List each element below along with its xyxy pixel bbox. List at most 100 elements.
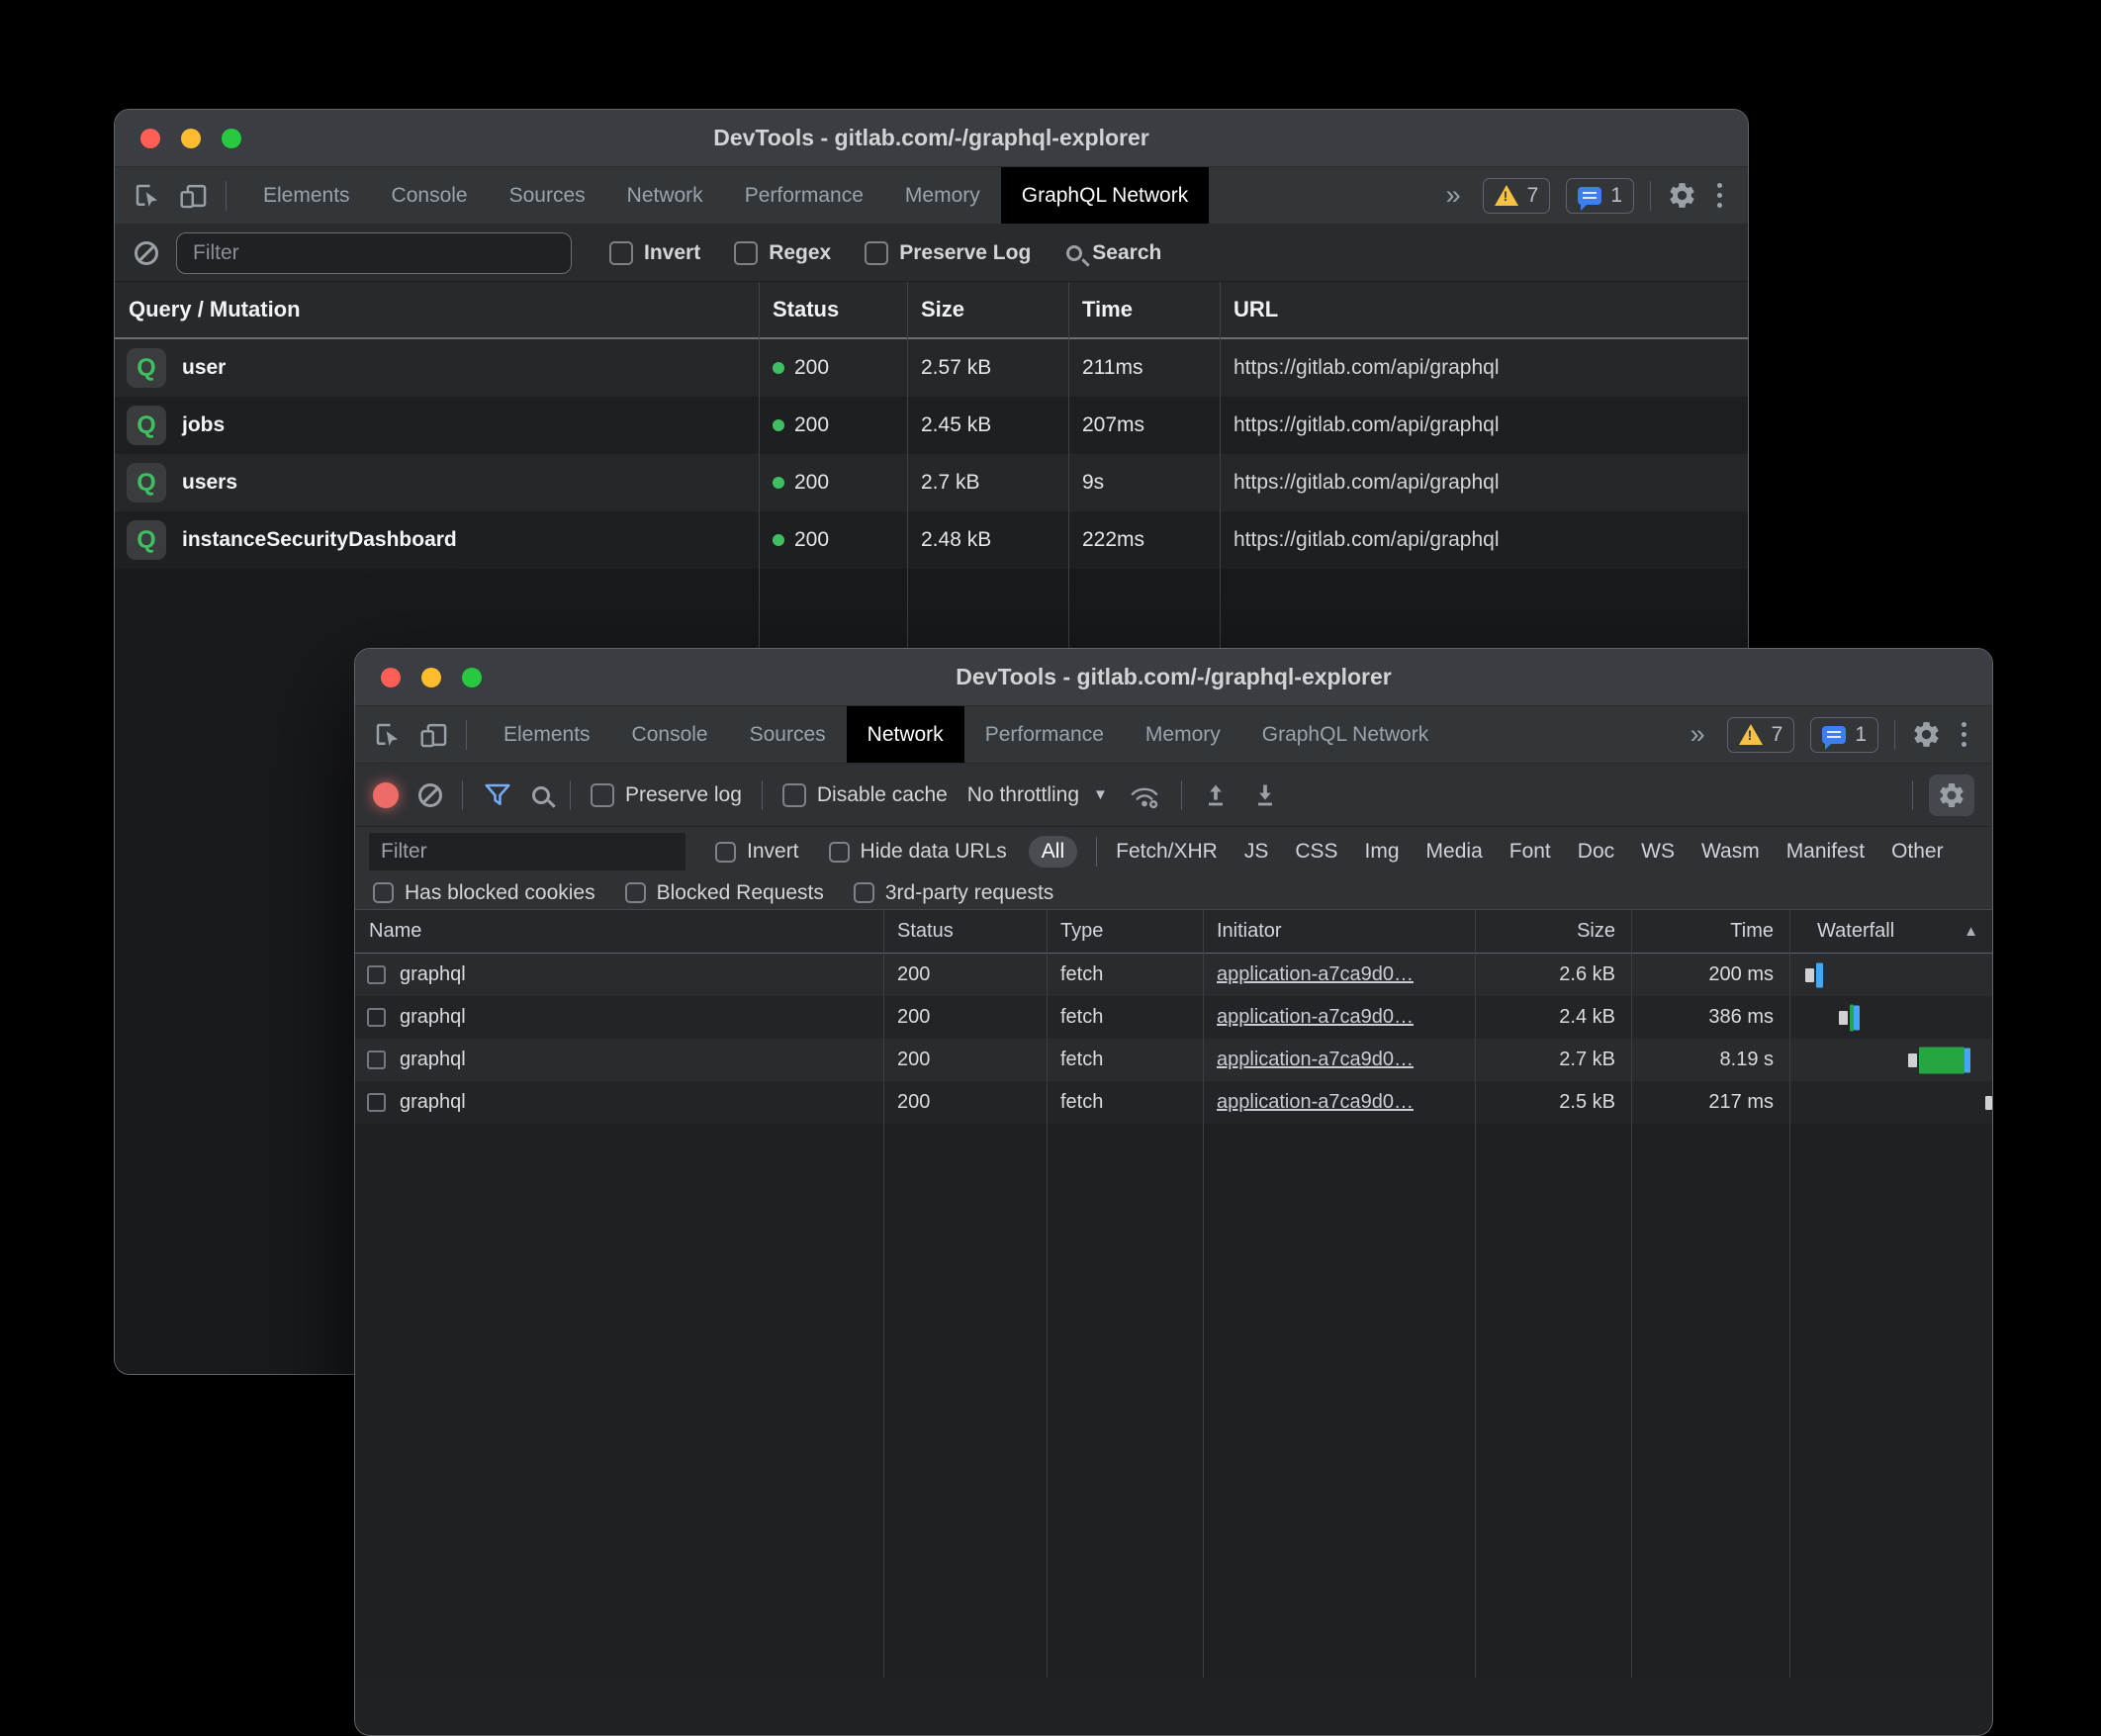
row-checkbox[interactable] — [367, 1008, 386, 1027]
kebab-menu-icon[interactable] — [1958, 722, 1970, 747]
type-filter-wasm[interactable]: Wasm — [1701, 840, 1760, 864]
column-header-name[interactable]: Name — [355, 920, 883, 943]
tab-graphql-network[interactable]: GraphQL Network — [1241, 706, 1449, 763]
column-header-status[interactable]: Status — [759, 297, 907, 322]
zoom-button[interactable] — [222, 129, 241, 148]
filter-input[interactable] — [369, 833, 685, 870]
row-checkbox[interactable] — [367, 1093, 386, 1112]
table-row[interactable]: Qusers 200 2.7 kB 9s https://gitlab.com/… — [115, 454, 1748, 511]
warnings-badge[interactable]: 7 — [1483, 178, 1551, 214]
third-party-requests-checkbox[interactable] — [854, 882, 874, 903]
tab-sources[interactable]: Sources — [489, 167, 606, 224]
inspect-icon[interactable] — [133, 181, 162, 211]
close-button[interactable] — [381, 668, 401, 687]
import-har-icon[interactable] — [1202, 781, 1230, 809]
hide-data-urls-checkbox[interactable] — [829, 842, 850, 863]
table-row[interactable]: QinstanceSecurityDashboard 200 2.48 kB 2… — [115, 511, 1748, 569]
search-icon[interactable] — [532, 786, 550, 804]
gear-icon[interactable] — [1911, 719, 1942, 750]
type-filter-img[interactable]: Img — [1365, 840, 1400, 864]
invert-checkbox[interactable] — [609, 241, 633, 265]
issues-badge[interactable]: 1 — [1810, 717, 1878, 753]
tab-performance[interactable]: Performance — [724, 167, 884, 224]
clear-icon[interactable] — [135, 241, 158, 265]
row-checkbox[interactable] — [367, 965, 386, 984]
preserve-log-checkbox[interactable] — [591, 783, 614, 807]
zoom-button[interactable] — [462, 668, 482, 687]
tab-sources[interactable]: Sources — [729, 706, 847, 763]
type-filter-other[interactable]: Other — [1891, 840, 1944, 864]
initiator-link[interactable]: application-a7ca9d0… — [1203, 1006, 1475, 1029]
tab-graphql-network[interactable]: GraphQL Network — [1001, 167, 1209, 224]
issues-badge[interactable]: 1 — [1566, 178, 1634, 214]
type-filter-ws[interactable]: WS — [1641, 840, 1675, 864]
disable-cache-checkbox[interactable] — [782, 783, 806, 807]
tab-memory[interactable]: Memory — [884, 167, 1001, 224]
tab-console[interactable]: Console — [371, 167, 489, 224]
type-filter-js[interactable]: JS — [1244, 840, 1269, 864]
kebab-menu-icon[interactable] — [1713, 183, 1726, 208]
blocked-requests-checkbox[interactable] — [625, 882, 646, 903]
network-settings-gear-icon[interactable] — [1929, 775, 1974, 816]
column-header-status[interactable]: Status — [883, 920, 1047, 943]
preserve-log-toggle[interactable]: Preserve log — [591, 783, 742, 807]
has-blocked-cookies-toggle[interactable]: Has blocked cookies — [373, 881, 595, 905]
column-header-initiator[interactable]: Initiator — [1203, 920, 1475, 943]
type-filter-manifest[interactable]: Manifest — [1786, 840, 1865, 864]
invert-toggle[interactable]: Invert — [715, 840, 799, 864]
column-header-time[interactable]: Time — [1068, 297, 1220, 322]
disable-cache-toggle[interactable]: Disable cache — [782, 783, 948, 807]
preserve-log-toggle[interactable]: Preserve Log — [865, 241, 1031, 265]
filter-input[interactable] — [176, 232, 572, 274]
tab-network[interactable]: Network — [606, 167, 724, 224]
initiator-link[interactable]: application-a7ca9d0… — [1203, 1091, 1475, 1114]
column-header-type[interactable]: Type — [1047, 920, 1203, 943]
device-toolbar-icon[interactable] — [418, 720, 450, 750]
column-header-time[interactable]: Time — [1631, 920, 1789, 943]
tab-network[interactable]: Network — [847, 706, 964, 763]
initiator-link[interactable]: application-a7ca9d0… — [1203, 1049, 1475, 1071]
preserve-log-checkbox[interactable] — [865, 241, 888, 265]
type-filter-doc[interactable]: Doc — [1578, 840, 1614, 864]
titlebar[interactable]: DevTools - gitlab.com/-/graphql-explorer — [115, 110, 1748, 167]
type-filter-css[interactable]: CSS — [1295, 840, 1337, 864]
type-filter-media[interactable]: Media — [1426, 840, 1483, 864]
close-button[interactable] — [140, 129, 160, 148]
clear-icon[interactable] — [418, 783, 442, 807]
gear-icon[interactable] — [1667, 180, 1697, 211]
row-checkbox[interactable] — [367, 1051, 386, 1069]
table-row[interactable]: graphql 200 fetch application-a7ca9d0… 2… — [355, 1081, 1992, 1124]
warnings-badge[interactable]: 7 — [1727, 717, 1795, 753]
third-party-requests-toggle[interactable]: 3rd-party requests — [854, 881, 1053, 905]
tab-console[interactable]: Console — [611, 706, 729, 763]
table-row[interactable]: Qjobs 200 2.45 kB 207ms https://gitlab.c… — [115, 397, 1748, 454]
column-header-size[interactable]: Size — [1475, 920, 1631, 943]
tab-elements[interactable]: Elements — [483, 706, 611, 763]
minimize-button[interactable] — [421, 668, 441, 687]
invert-checkbox[interactable] — [715, 842, 736, 863]
device-toolbar-icon[interactable] — [178, 181, 210, 211]
column-header-size[interactable]: Size — [907, 297, 1068, 322]
inspect-icon[interactable] — [373, 720, 403, 750]
search-control[interactable]: Search — [1066, 241, 1161, 265]
initiator-link[interactable]: application-a7ca9d0… — [1203, 963, 1475, 986]
table-row[interactable]: graphql 200 fetch application-a7ca9d0… 2… — [355, 996, 1992, 1039]
minimize-button[interactable] — [181, 129, 201, 148]
titlebar[interactable]: DevTools - gitlab.com/-/graphql-explorer — [355, 649, 1992, 706]
more-tabs-chevron-icon[interactable]: » — [1685, 719, 1711, 750]
table-row[interactable]: graphql 200 fetch application-a7ca9d0… 2… — [355, 1039, 1992, 1081]
column-header-waterfall[interactable]: Waterfall ▲ — [1789, 920, 1992, 943]
tab-elements[interactable]: Elements — [242, 167, 371, 224]
regex-checkbox[interactable] — [734, 241, 758, 265]
filter-funnel-icon[interactable] — [483, 780, 512, 810]
network-conditions-icon[interactable] — [1128, 780, 1161, 810]
blocked-requests-toggle[interactable]: Blocked Requests — [625, 881, 824, 905]
throttling-select[interactable]: No throttling ▼ — [967, 783, 1108, 807]
table-row[interactable]: Quser 200 2.57 kB 211ms https://gitlab.c… — [115, 339, 1748, 397]
type-filter-all[interactable]: All — [1029, 836, 1077, 868]
column-header-query-mutation[interactable]: Query / Mutation — [115, 297, 759, 322]
hide-data-urls-toggle[interactable]: Hide data URLs — [829, 840, 1007, 864]
type-filter-font[interactable]: Font — [1509, 840, 1551, 864]
invert-toggle[interactable]: Invert — [609, 241, 700, 265]
table-row[interactable]: graphql 200 fetch application-a7ca9d0… 2… — [355, 954, 1992, 996]
